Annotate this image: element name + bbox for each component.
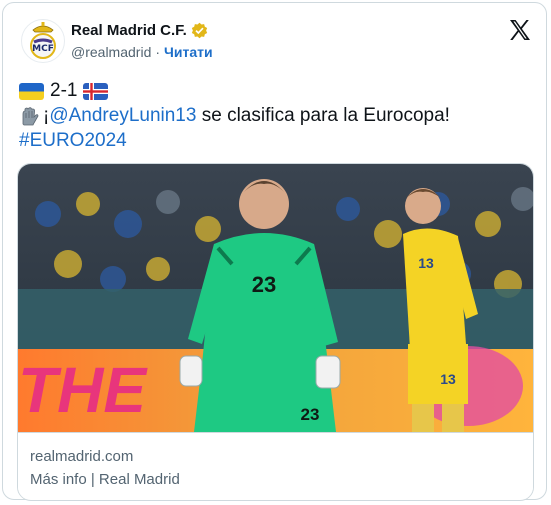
match-photo[interactable]: THE 23 23 13 13: [18, 164, 533, 432]
separator-dot: ·: [155, 44, 161, 60]
link-title[interactable]: Más info | Real Madrid: [30, 471, 180, 488]
account-name-row: Real Madrid C.F.: [71, 22, 208, 39]
account-handle[interactable]: @realmadrid: [71, 44, 151, 60]
tweet-card: MCF Real Madrid C.F. @realmadrid · Читат…: [2, 2, 547, 501]
hashtag-line: #EURO2024: [19, 129, 127, 153]
x-logo-icon[interactable]: [508, 18, 532, 42]
match-score: 2-1: [50, 80, 78, 101]
player-shorts-number: 13: [440, 371, 456, 387]
link-preview-card[interactable]: THE 23 23 13 13 realmadrid.com Más info …: [17, 163, 534, 501]
mention-link[interactable]: @AndreyLunin13: [49, 104, 196, 128]
goalkeeper-shorts-number: 23: [301, 405, 320, 424]
goalkeeper-number: 23: [252, 272, 276, 297]
link-domain[interactable]: realmadrid.com: [30, 448, 133, 465]
hashtag-link[interactable]: #EURO2024: [19, 130, 127, 151]
tweet-text: se clasifica para la Eurocopa!: [196, 105, 450, 126]
ukraine-flag-icon: [19, 82, 44, 100]
svg-text:MCF: MCF: [32, 44, 54, 54]
gloves-emoji-icon: [19, 105, 41, 127]
follow-link[interactable]: Читати: [164, 44, 213, 60]
handle-row: @realmadrid · Читати: [71, 44, 213, 60]
verified-badge-icon: [191, 22, 208, 39]
link-preview-footer[interactable]: realmadrid.com Más info | Real Madrid: [18, 432, 533, 500]
score-line: 2-1: [19, 79, 109, 103]
iceland-flag-icon: [83, 82, 109, 100]
banner-text: THE: [18, 354, 148, 426]
real-madrid-crest-icon[interactable]: MCF: [21, 19, 65, 63]
tweet-body-line: ¡ @AndreyLunin13 se clasifica para la Eu…: [19, 104, 450, 128]
player-number: 13: [418, 255, 434, 271]
display-name[interactable]: Real Madrid C.F.: [71, 22, 187, 39]
